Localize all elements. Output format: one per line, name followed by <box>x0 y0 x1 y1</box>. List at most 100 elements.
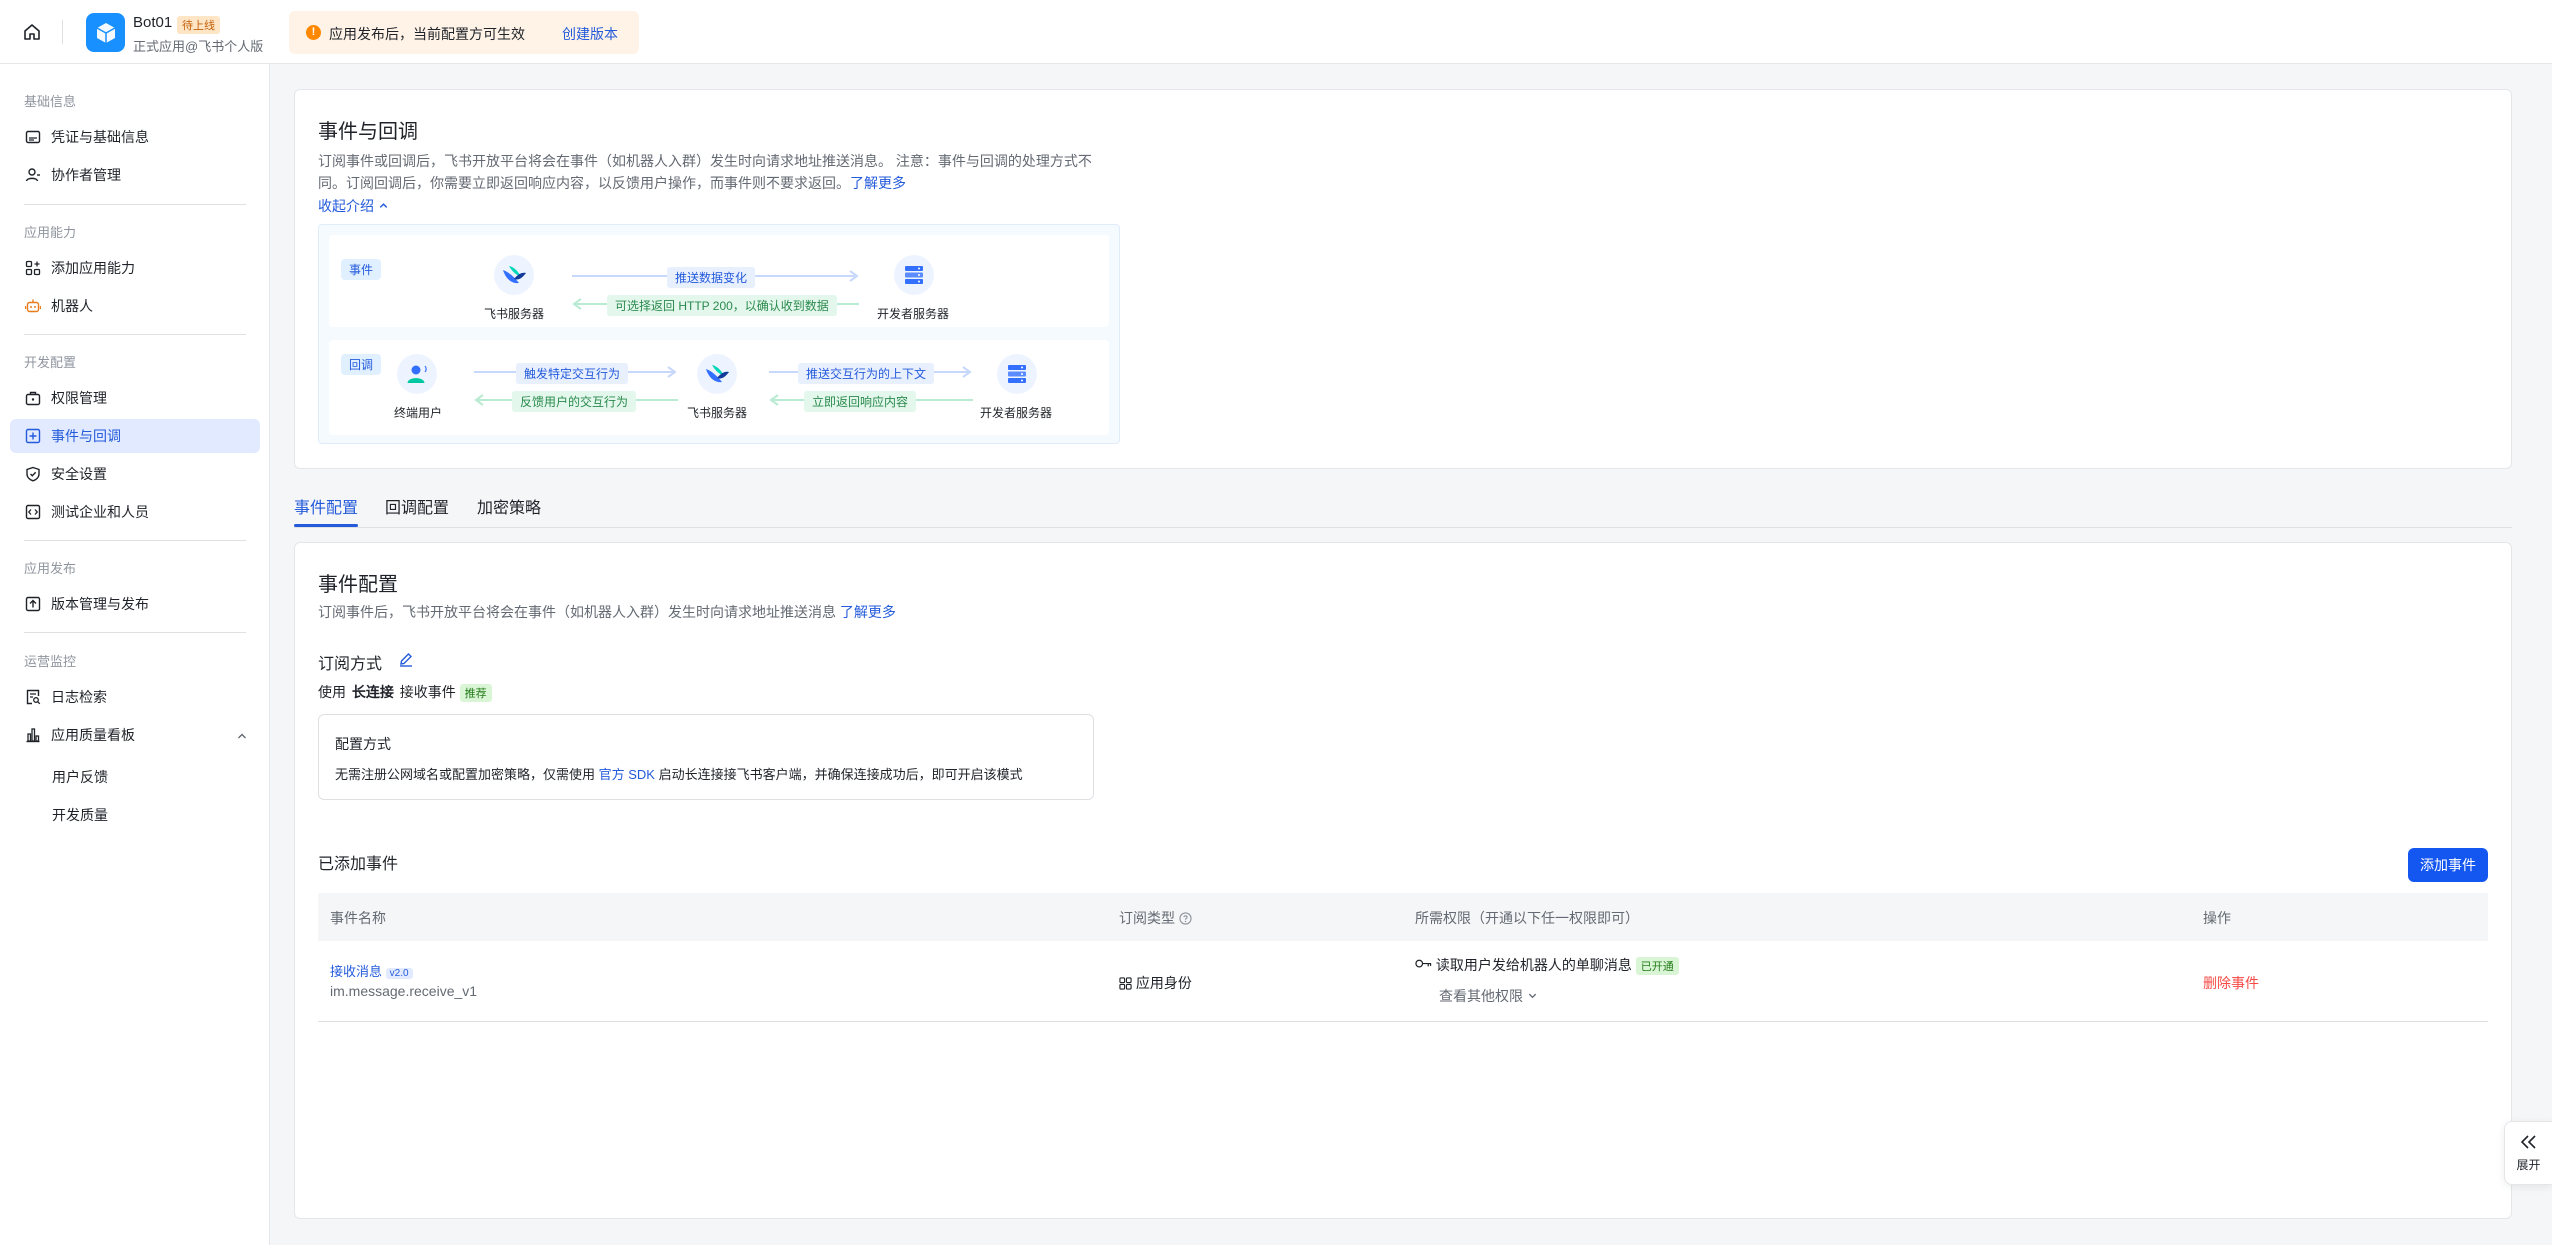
collapse-intro-button[interactable]: 收起介绍 <box>318 195 389 217</box>
divider <box>62 20 63 44</box>
col-event-name: 事件名称 <box>330 910 386 926</box>
sidebar-item-label: 日志检索 <box>51 689 107 705</box>
sidebar-item-logs[interactable]: 日志检索 <box>10 680 260 714</box>
learn-more-link[interactable]: 了解更多 <box>840 604 896 620</box>
app-name: Bot01 <box>133 14 173 31</box>
intro-desc-line2: 同。订阅回调后，你需要立即返回响应内容，以反馈用户操作，而事件则不要求返回。了解… <box>318 172 906 194</box>
group-capability: 应用能力 <box>24 225 77 240</box>
arrow-head-icon <box>849 270 859 282</box>
tab-encryption[interactable]: 加密策略 <box>477 494 541 518</box>
event-name-cell: 接收消息 v2.0 <box>330 961 413 980</box>
chevron-up-icon[interactable] <box>236 729 248 745</box>
callback-flow-row: 回调 终端用户 触发特定交互行为 反馈用户的交互行为 飞书服务器 推送交互行为的… <box>329 340 1109 435</box>
sidebar-item-permissions[interactable]: 权限管理 <box>10 381 260 415</box>
sidebar-sub-dev-quality[interactable]: 开发质量 <box>52 805 108 825</box>
sidebar-item-collaborators[interactable]: 协作者管理 <box>10 158 260 192</box>
home-icon[interactable] <box>20 20 44 44</box>
group-ops: 运营监控 <box>24 654 77 669</box>
cb-trigger-label: 触发特定交互行为 <box>516 363 629 384</box>
permission-status-badge: 已开通 <box>1635 957 1679 975</box>
arrow-head-icon <box>962 366 972 378</box>
permission-name: 读取用户发给机器人的单聊消息 <box>1435 957 1632 973</box>
upload-box-icon <box>24 595 42 613</box>
dev-server-label: 开发者服务器 <box>980 406 1053 420</box>
feishu-server-icon <box>494 255 534 295</box>
col-permissions: 所需权限（开通以下任一权限即可） <box>1415 910 1639 926</box>
permission-cell: 读取用户发给机器人的单聊消息 已开通 <box>1415 955 1679 975</box>
sidebar-item-label: 事件与回调 <box>51 428 121 444</box>
cb-return-now-label: 立即返回响应内容 <box>804 391 917 412</box>
sidebar-item-quality[interactable]: 应用质量看板 <box>10 718 260 752</box>
sidebar-item-label: 凭证与基础信息 <box>51 129 149 145</box>
sidebar-item-test[interactable]: 测试企业和人员 <box>10 495 260 529</box>
use-prefix: 使用 <box>318 684 346 700</box>
briefcase-icon <box>24 389 42 407</box>
dev-server-icon <box>997 354 1037 394</box>
dev-server-label: 开发者服务器 <box>877 307 950 321</box>
top-bar: Bot01 待上线 正式应用@飞书个人版 ! 应用发布后，当前配置方可生效 创建… <box>0 0 2552 64</box>
chevron-down-icon <box>1528 993 1537 999</box>
sidebar-item-credentials[interactable]: 凭证与基础信息 <box>10 120 260 154</box>
app-grid-icon <box>1119 977 1132 990</box>
code-box-icon <box>24 503 42 521</box>
cb-feedback-label: 反馈用户的交互行为 <box>512 391 637 412</box>
flow-diagram: 事件 飞书服务器 推送数据变化 可选择返回 HTTP 200，以确认收到数据 开… <box>318 224 1120 444</box>
create-version-link[interactable]: 创建版本 <box>562 24 618 44</box>
sidebar-item-label: 安全设置 <box>51 466 107 482</box>
end-user-icon <box>397 354 437 394</box>
col-actions: 操作 <box>2203 910 2231 926</box>
tab-event-config[interactable]: 事件配置 <box>294 494 358 518</box>
event-key: im.message.receive_v1 <box>330 983 478 999</box>
expand-panel-button[interactable]: 展开 <box>2504 1121 2552 1185</box>
learn-more-link[interactable]: 了解更多 <box>850 175 906 191</box>
sidebar-item-label: 测试企业和人员 <box>51 504 149 520</box>
mode-name: 长连接 <box>351 684 394 700</box>
sidebar-item-versions[interactable]: 版本管理与发布 <box>10 587 260 621</box>
event-config-card <box>294 542 2512 1219</box>
config-method-box: 配置方式 无需注册公网域名或配置加密策略，仅需使用 官方 SDK 启动长连接接飞… <box>318 714 1094 800</box>
col-subscription-type-label: 订阅类型 <box>1119 910 1175 926</box>
app-status-badge: 待上线 <box>177 16 220 34</box>
sidebar-item-label: 添加应用能力 <box>51 260 135 276</box>
col-subscription-type: 订阅类型 <box>1119 908 1192 928</box>
log-search-icon <box>24 688 42 706</box>
callback-tag: 回调 <box>341 354 382 375</box>
sidebar-item-label: 协作者管理 <box>51 167 121 183</box>
edit-icon[interactable] <box>398 651 414 670</box>
user-icon <box>24 166 42 184</box>
table-row: 接收消息 v2.0 im.message.receive_v1 应用身份 读取用… <box>318 941 2488 1022</box>
use-suffix: 接收事件 <box>399 684 456 700</box>
sidebar: 基础信息 凭证与基础信息 协作者管理 应用能力 添加应用能力 机器人 开发配置 … <box>0 64 270 1245</box>
tab-callback-config[interactable]: 回调配置 <box>385 494 449 518</box>
subscription-mode-value: 使用 长连接 接收事件 推荐 <box>318 682 492 702</box>
notice-text: 应用发布后，当前配置方可生效 <box>329 26 525 42</box>
event-tag: 事件 <box>341 259 382 280</box>
group-dev-config: 开发配置 <box>24 355 77 370</box>
event-name-link[interactable]: 接收消息 <box>330 964 382 979</box>
added-events-title: 已添加事件 <box>318 856 399 873</box>
sidebar-divider <box>24 204 246 205</box>
add-event-button[interactable]: 添加事件 <box>2408 848 2488 882</box>
collapse-label: 收起介绍 <box>318 198 374 214</box>
intro-desc-text: 同。订阅回调后，你需要立即返回响应内容，以反馈用户操作，而事件则不要求返回。 <box>318 175 850 191</box>
arrow-head-icon <box>474 394 484 406</box>
active-tab-indicator <box>294 524 358 527</box>
sidebar-item-label: 应用质量看板 <box>51 727 135 743</box>
event-push-label: 推送数据变化 <box>667 267 756 288</box>
sidebar-item-security[interactable]: 安全设置 <box>10 457 260 491</box>
config-desc-b: 启动长连接接飞书客户端，并确保连接成功后，即可开启该模式 <box>658 767 1023 782</box>
delete-event-button[interactable]: 删除事件 <box>2203 973 2259 993</box>
feishu-server-label: 飞书服务器 <box>484 307 545 321</box>
sidebar-item-add-capability[interactable]: 添加应用能力 <box>10 251 260 285</box>
help-icon[interactable] <box>1179 912 1192 925</box>
sidebar-divider <box>24 632 246 633</box>
sidebar-sub-feedback[interactable]: 用户反馈 <box>52 767 108 787</box>
official-sdk-link[interactable]: 官方 SDK <box>599 767 655 782</box>
sidebar-item-events[interactable]: 事件与回调 <box>10 419 260 453</box>
sidebar-item-bot[interactable]: 机器人 <box>10 289 260 323</box>
cb-push-context-label: 推送交互行为的上下文 <box>798 363 935 384</box>
bar-chart-icon <box>24 726 42 744</box>
sidebar-item-label: 机器人 <box>51 298 93 314</box>
view-more-permissions-button[interactable]: 查看其他权限 <box>1439 986 1538 1006</box>
arrow-head-icon <box>572 298 582 310</box>
